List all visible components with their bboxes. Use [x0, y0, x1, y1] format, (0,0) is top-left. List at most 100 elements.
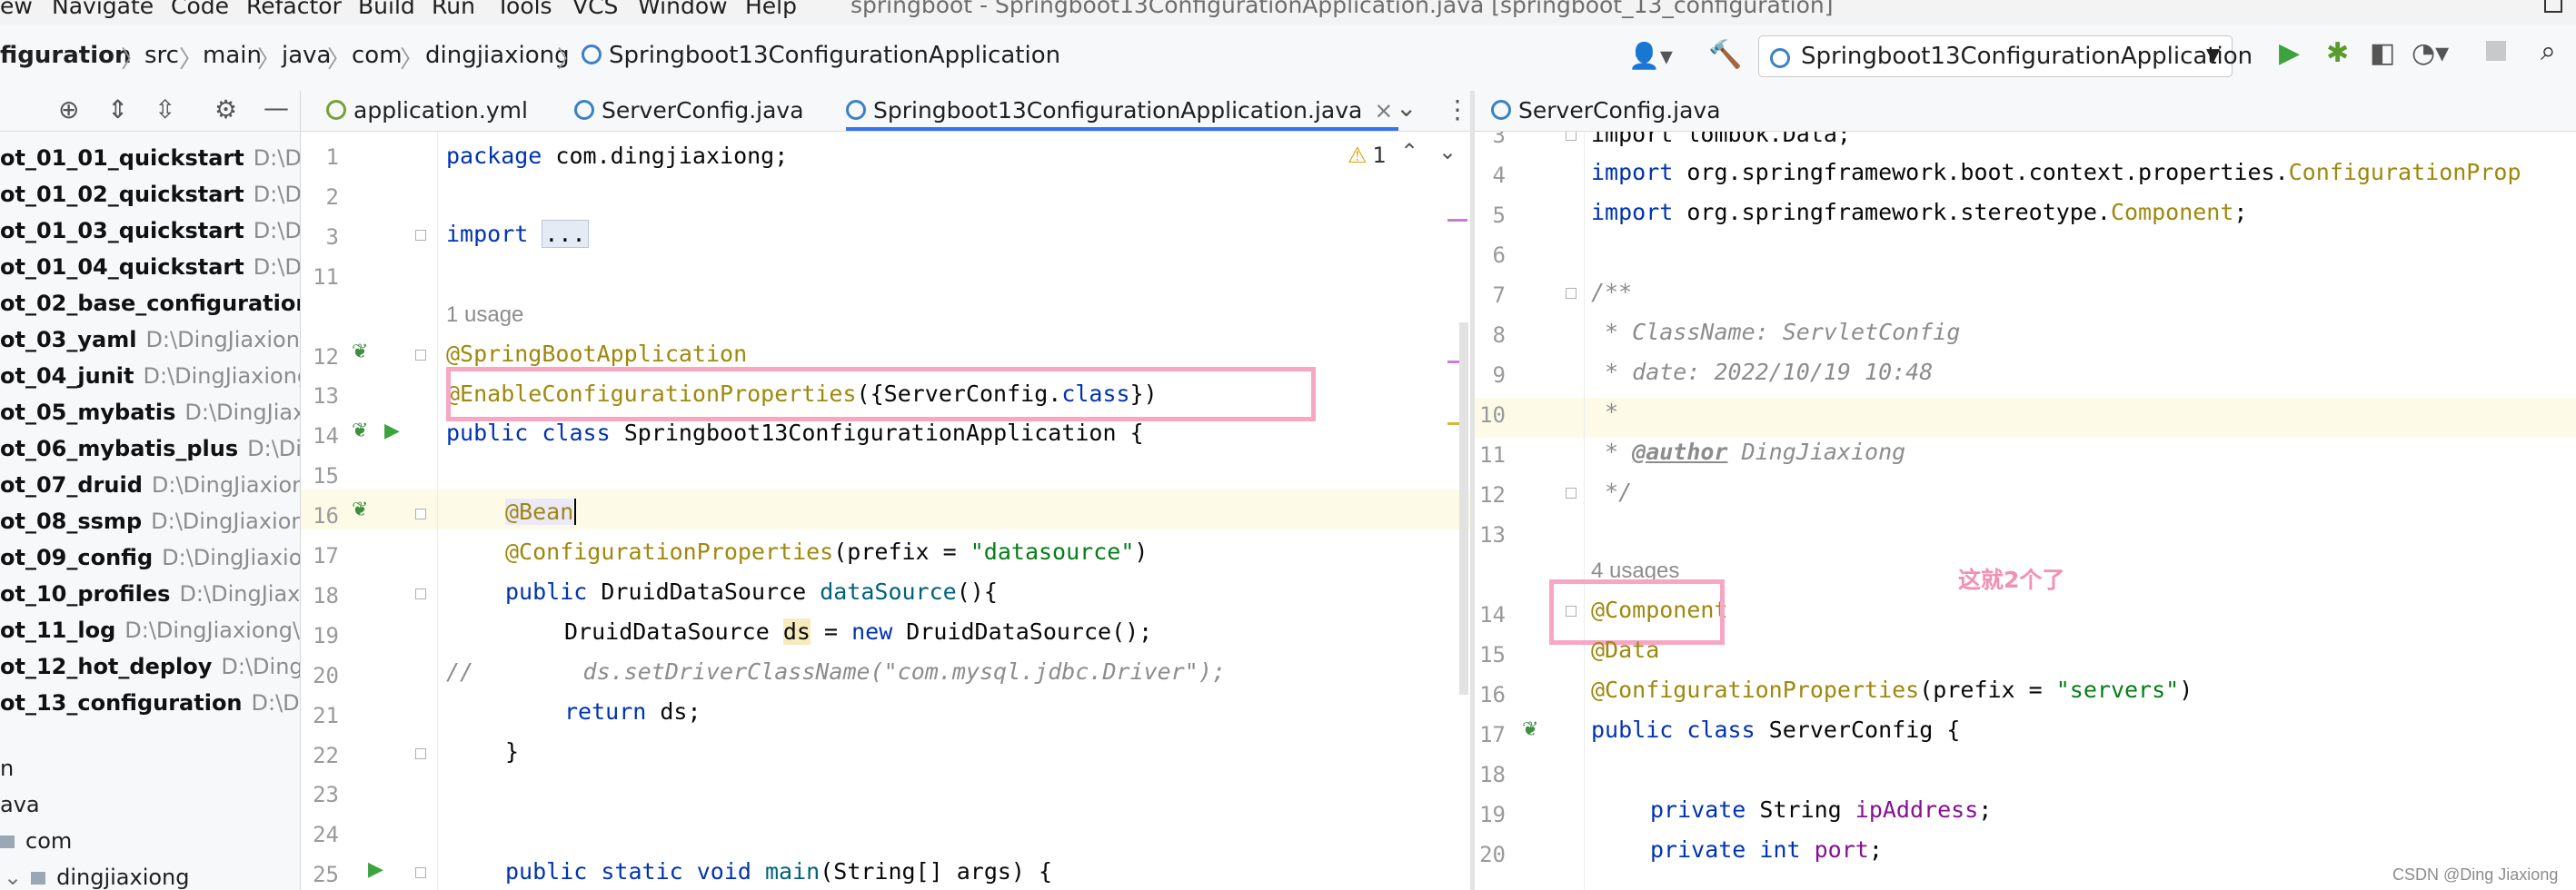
line-number[interactable]: 1 — [301, 144, 339, 170]
menu-help[interactable]: Help — [745, 0, 797, 19]
breadcrumb-java[interactable]: java — [282, 42, 331, 69]
fold-marker-icon[interactable] — [415, 230, 426, 241]
fold-marker-icon[interactable] — [1566, 288, 1576, 299]
run-icon[interactable]: ▶ — [2279, 37, 2300, 69]
line-number[interactable]: 13 — [1475, 522, 1506, 548]
right-editor[interactable]: 3 4 5 6 7 8 9 10 11 12 13 14 15 16 17 18 19 20 import lom… — [1475, 132, 2576, 890]
project-module-item[interactable]: ot_04_junit D:\DingJiaxiong\ — [0, 363, 300, 389]
breadcrumb-project[interactable]: figuration — [0, 42, 131, 69]
breadcrumb-class[interactable]: Springboot13ConfigurationApplication — [582, 42, 1060, 69]
expand-all-icon[interactable]: ⇕ — [107, 94, 128, 124]
fold-marker-icon[interactable] — [415, 509, 426, 519]
project-module-item[interactable]: ot_10_profiles D:\DingJiaxion — [0, 581, 300, 607]
project-module-item[interactable]: ot_01_02_quickstart D:\Ding... — [0, 182, 300, 207]
debug-icon[interactable]: ✱ — [2326, 37, 2349, 69]
vertical-scrollbar[interactable] — [1459, 322, 1468, 695]
line-number[interactable]: 20 — [1475, 842, 1506, 867]
line-number[interactable]: 2 — [301, 184, 339, 210]
project-module-item[interactable]: ot_06_mybatis_plus D:\Ding... — [0, 436, 300, 461]
locate-icon[interactable]: ⊕ — [58, 94, 79, 124]
menu-vcs[interactable]: VCS — [572, 0, 618, 19]
line-number[interactable]: 3 — [1475, 132, 1506, 148]
tab-serverconfig[interactable]: ServerConfig.java — [574, 91, 804, 131]
fold-marker-icon[interactable] — [1566, 606, 1576, 617]
line-number[interactable]: 22 — [301, 743, 339, 768]
line-number[interactable]: 15 — [1475, 642, 1506, 668]
fold-marker-icon[interactable] — [415, 350, 426, 361]
line-number[interactable]: 8 — [1475, 322, 1506, 348]
tab-application-yml[interactable]: application.yml — [326, 91, 528, 131]
error-stripe-mark[interactable] — [1447, 219, 1467, 222]
run-gutter-icon[interactable]: ▶ — [368, 858, 383, 881]
line-number[interactable]: 25 — [301, 862, 339, 887]
fold-marker-icon[interactable] — [415, 748, 426, 759]
menu-code[interactable]: Code — [171, 0, 229, 19]
menu-build[interactable]: Build — [358, 0, 415, 19]
previous-highlight-icon[interactable]: ⌃ — [1400, 139, 1418, 164]
maximize-icon[interactable] — [2544, 0, 2562, 13]
breadcrumb-src[interactable]: src — [144, 42, 179, 69]
line-number[interactable]: 15 — [301, 463, 339, 489]
run-configuration-select[interactable]: Springboot13ConfigurationApplication ▼ — [1758, 35, 2253, 77]
line-number[interactable]: 18 — [1475, 762, 1506, 787]
line-number[interactable]: 11 — [1475, 442, 1506, 468]
line-number[interactable]: 20 — [301, 663, 339, 688]
usage-hint[interactable]: 1 usage — [446, 302, 523, 328]
run-gutter-icon[interactable]: ▶ — [384, 420, 400, 442]
menu-tools[interactable]: Tools — [496, 0, 552, 19]
menu-run[interactable]: Run — [432, 0, 475, 19]
left-editor[interactable]: 1 2 3 11 12 13 14 15 16 17 18 19 20 21 22 23 24 25 packag… — [301, 132, 1470, 890]
project-module-item[interactable]: ot_03_yaml D:\DingJiaxiong\ — [0, 327, 300, 352]
line-number[interactable]: 6 — [1475, 242, 1506, 268]
project-module-item[interactable]: ot_07_druid D:\DingJiaxiong\ — [0, 472, 300, 498]
warning-icon[interactable]: ⚠ 1 — [1348, 143, 1387, 168]
project-module-item[interactable]: ot_08_ssmp D:\DingJiaxiong\ — [0, 509, 300, 534]
menu-window[interactable]: Window — [638, 0, 728, 19]
tree-node[interactable]: n — [0, 756, 14, 781]
line-number[interactable]: 17 — [1475, 722, 1506, 747]
line-number[interactable]: 13 — [301, 383, 339, 409]
line-number[interactable]: 18 — [301, 583, 339, 608]
line-number[interactable]: 12 — [1475, 482, 1506, 508]
line-number[interactable]: 9 — [1475, 362, 1506, 388]
tree-node-dingjiaxiong[interactable]: ⌄ dingjiaxiong — [4, 865, 190, 890]
line-number[interactable]: 14 — [1475, 602, 1506, 628]
line-number[interactable]: 11 — [301, 264, 339, 290]
line-number[interactable]: 16 — [301, 503, 339, 529]
line-number[interactable]: 19 — [301, 623, 339, 648]
project-module-item[interactable]: ot_01_03_quickstart D:\Ding... — [0, 218, 300, 243]
menu-view[interactable]: ew — [0, 0, 33, 19]
tree-node[interactable]: ava — [0, 792, 40, 817]
line-number[interactable]: 4 — [1475, 163, 1506, 188]
project-module-item[interactable]: ot_02_base_configurationD — [0, 291, 300, 316]
next-highlight-icon[interactable]: ⌄ — [1438, 139, 1457, 164]
fold-marker-icon[interactable] — [1566, 488, 1576, 499]
more-icon[interactable]: ⋮ — [1445, 94, 1470, 124]
project-module-item[interactable]: ot_09_config D:\DingJiaxiong — [0, 545, 300, 570]
spring-bean-icon[interactable]: ❦ — [352, 499, 368, 521]
fold-marker-icon[interactable] — [415, 867, 426, 878]
project-module-item[interactable]: ot_05_mybatis D:\DingJiaxion — [0, 400, 300, 425]
line-number[interactable]: 12 — [301, 344, 339, 370]
line-number[interactable]: 5 — [1475, 203, 1506, 228]
line-number[interactable]: 21 — [301, 703, 339, 728]
breadcrumb-main[interactable]: main — [203, 42, 262, 69]
line-number[interactable]: 14 — [301, 423, 339, 449]
minimize-icon[interactable]: — — [264, 93, 289, 123]
line-number[interactable]: 23 — [301, 782, 339, 807]
breadcrumb-package[interactable]: dingjiaxiong — [425, 42, 570, 69]
fold-marker-icon[interactable] — [415, 588, 426, 599]
breadcrumb-com[interactable]: com — [352, 42, 403, 69]
build-hammer-icon[interactable]: 🔨 — [1708, 39, 1742, 71]
spring-bean-icon[interactable]: ❦ — [352, 341, 368, 363]
line-number[interactable]: 10 — [1475, 402, 1506, 428]
user-icon[interactable]: 👤▾ — [1628, 41, 1673, 71]
line-number[interactable]: 7 — [1475, 282, 1506, 308]
line-number[interactable]: 3 — [301, 224, 339, 250]
spring-bean-icon[interactable]: ❦ — [352, 420, 368, 442]
menu-refactor[interactable]: Refactor — [246, 0, 342, 19]
spring-bean-icon[interactable]: ❦ — [1522, 718, 1538, 741]
chevron-down-icon[interactable]: ⌄ — [1396, 93, 1417, 123]
tab-serverconfig-right[interactable]: ServerConfig.java — [1491, 91, 1721, 131]
gear-icon[interactable]: ⚙ — [214, 94, 237, 124]
